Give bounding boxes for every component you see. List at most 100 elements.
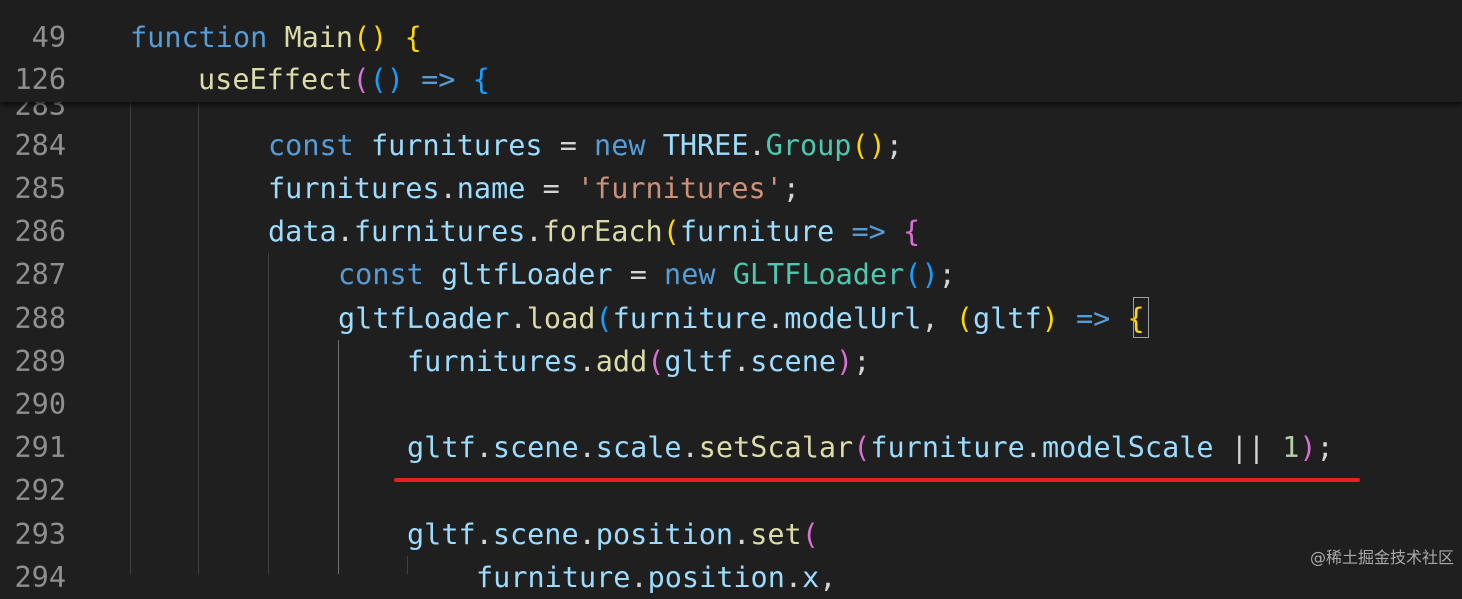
line-number: 49 — [31, 21, 66, 54]
line-number: 126 — [14, 63, 66, 96]
sticky-line[interactable]: 126 useEffect(() => { — [0, 58, 1462, 101]
code-line: furnitures.name = 'furnitures'; — [268, 167, 800, 210]
code-token: . — [733, 345, 751, 378]
code-token: gltf — [407, 518, 476, 551]
code-token: position — [595, 518, 734, 551]
code-line: const furnitures = new THREE.Group(); — [268, 124, 903, 167]
code-row[interactable]: 287 const gltfLoader = new GLTFLoader(); — [0, 253, 1462, 296]
code-line: data.furnitures.forEach(furniture => { — [268, 210, 920, 253]
code-token: const — [338, 258, 424, 291]
code-token: ( — [647, 345, 665, 378]
code-token: furnitures — [370, 129, 543, 162]
code-token: ) — [1041, 302, 1059, 335]
code-token: ( — [955, 302, 973, 335]
code-token: ; — [853, 345, 871, 378]
code-row[interactable]: 285 furnitures.name = 'furnitures'; — [0, 167, 1462, 210]
code-token: gltfLoader — [338, 302, 510, 335]
line-number: 289 — [14, 345, 66, 378]
code-token: ( — [853, 431, 871, 464]
code-row[interactable]: 291 gltf.scene.scale.setScalar(furniture.… — [0, 426, 1462, 469]
code-token: => — [1075, 302, 1111, 335]
code-token: scene — [492, 431, 579, 464]
sticky-line[interactable]: 49 function Main() { — [0, 16, 1462, 59]
code-token: || — [1213, 431, 1283, 464]
code-token: furniture — [612, 302, 768, 335]
sticky-scroll-header[interactable]: 49 function Main() {126 useEffect(() => { — [0, 0, 1462, 102]
code-token: ; — [885, 129, 903, 162]
code-token: () — [353, 21, 388, 54]
code-token: Main — [284, 21, 354, 54]
code-token: 1 — [1282, 431, 1300, 464]
code-token: ) — [836, 345, 854, 378]
code-token: function — [130, 21, 268, 54]
code-row[interactable]: 284 const furnitures = new THREE.Group(); — [0, 124, 1462, 167]
code-row[interactable]: 286 data.furnitures.forEach(furniture => … — [0, 210, 1462, 253]
code-token: ( — [801, 518, 819, 551]
code-row[interactable]: 292 — [0, 469, 1462, 512]
indent-guide — [198, 102, 199, 574]
code-token: 'furnitures' — [576, 172, 783, 205]
code-token: , — [819, 561, 837, 594]
error-underline — [394, 478, 1360, 482]
code-token: new — [594, 129, 646, 162]
code-line: gltf.scene.position.set( — [407, 513, 819, 556]
code-line: gltf.scene.scale.setScalar(furniture.mod… — [407, 426, 1334, 469]
code-token: . — [509, 302, 527, 335]
code-token: ; — [782, 172, 800, 205]
code-token: , — [921, 302, 956, 335]
code-row[interactable]: 293 gltf.scene.position.set( — [0, 513, 1462, 556]
code-token: add — [595, 345, 648, 378]
code-token: ( — [595, 302, 613, 335]
indent-guide — [338, 340, 339, 574]
indent-guide — [130, 102, 131, 574]
code-token: . — [578, 345, 596, 378]
code-token: Group — [765, 129, 852, 162]
code-token: . — [475, 518, 493, 551]
code-token: { — [902, 215, 921, 248]
code-line: function Main() { — [130, 16, 422, 59]
line-number: 292 — [14, 474, 66, 507]
code-token: set — [750, 518, 802, 551]
code-token: gltfLoader — [440, 258, 613, 291]
code-token: scene — [492, 518, 579, 551]
code-token: gltf — [407, 431, 476, 464]
code-line: furniture.position.x, — [476, 556, 836, 599]
code-token: gltf — [664, 345, 734, 378]
code-token: useEffect — [198, 63, 353, 96]
code-token: . — [439, 172, 457, 205]
code-row[interactable]: 294 furniture.position.x, — [0, 556, 1462, 599]
bracket-match-highlight — [1133, 297, 1149, 338]
line-number: 293 — [14, 518, 66, 551]
code-token: . — [525, 215, 543, 248]
code-token: { — [404, 21, 422, 54]
code-line: gltfLoader.load(furniture.modelUrl, (glt… — [338, 297, 1145, 340]
code-token: GLTFLoader — [732, 258, 905, 291]
code-line: furnitures.add(gltf.scene); — [407, 340, 870, 383]
code-token: . — [748, 129, 766, 162]
code-row[interactable]: 289 furnitures.add(gltf.scene); — [0, 340, 1462, 383]
code-token: THREE — [662, 129, 749, 162]
code-token: . — [681, 431, 699, 464]
code-token: ; — [938, 258, 956, 291]
code-token: => — [851, 215, 886, 248]
code-token: new — [664, 258, 716, 291]
code-token: furnitures — [353, 215, 526, 248]
line-number: 290 — [14, 388, 66, 421]
code-token: () — [851, 129, 886, 162]
code-token: = — [525, 172, 577, 205]
code-token: . — [767, 302, 785, 335]
code-row[interactable]: 288 gltfLoader.load(furniture.modelUrl, (… — [0, 297, 1462, 340]
line-number: 294 — [14, 561, 66, 594]
code-row[interactable]: 290 — [0, 383, 1462, 426]
code-token: = — [612, 258, 665, 291]
code-token: . — [784, 561, 803, 594]
code-token: setScalar — [698, 431, 854, 464]
